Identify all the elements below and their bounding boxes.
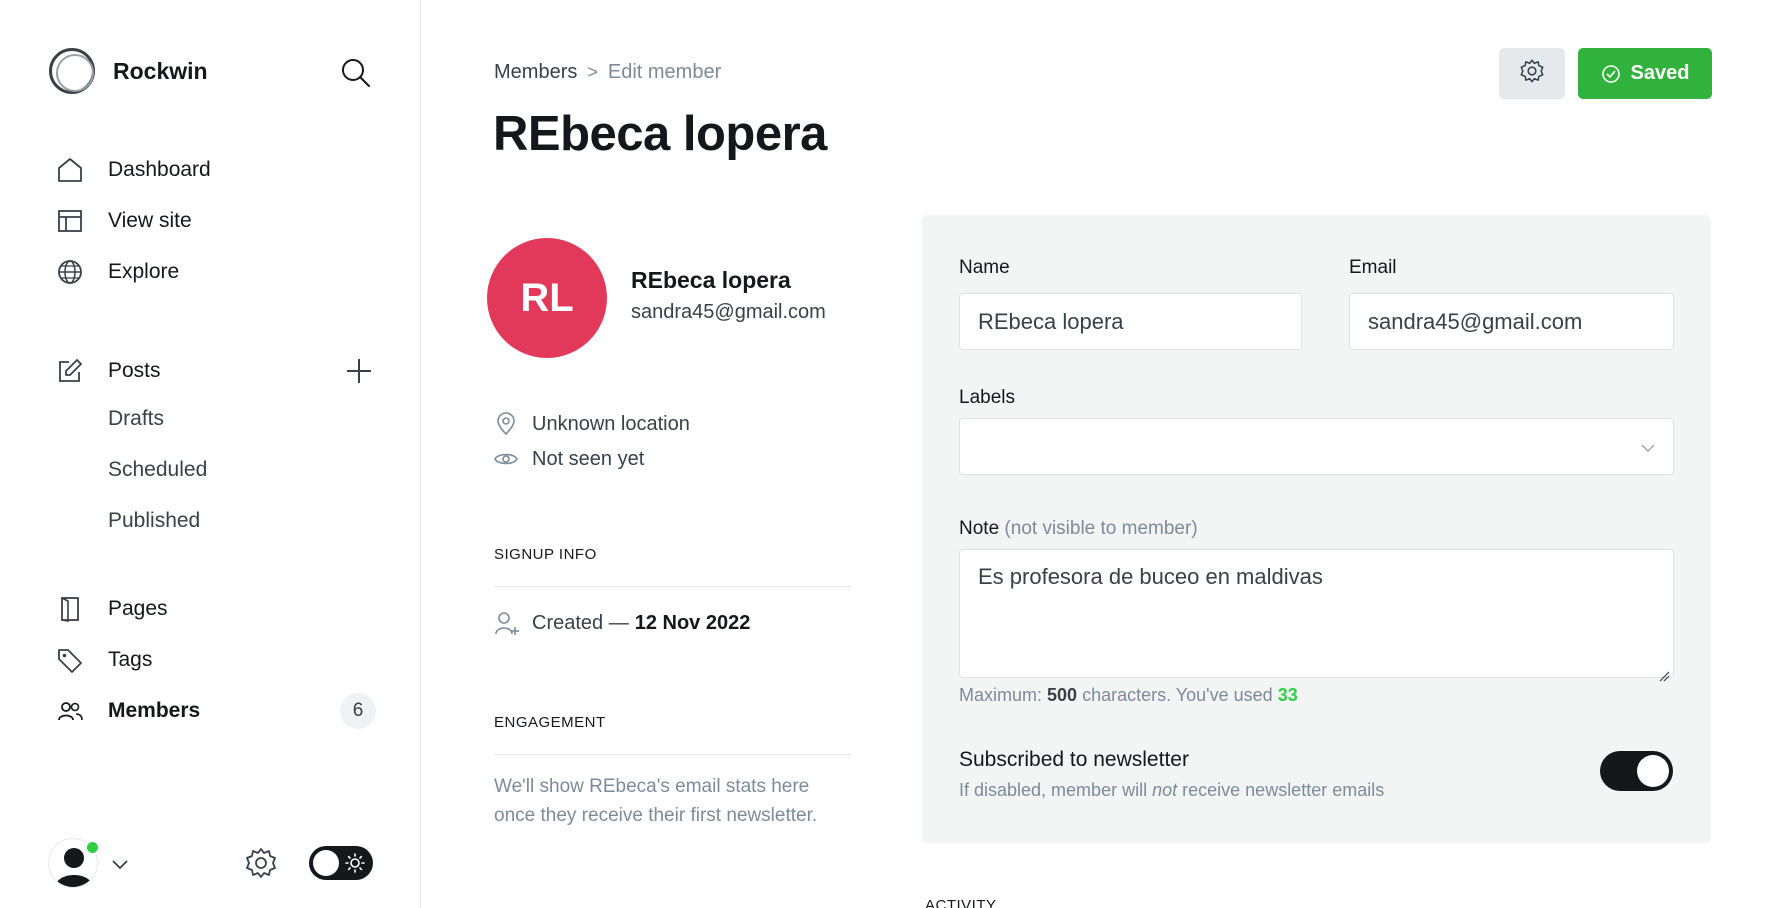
layout-icon [56,207,84,235]
site-logo [49,48,95,94]
users-icon [56,697,84,725]
created-label: Created — [532,611,629,634]
sidebar-item-label: Pages [108,597,168,620]
page-title: REbeca lopera [493,107,827,161]
newsletter-description: If disabled, member will not receive new… [959,780,1384,801]
labels-select[interactable] [959,418,1674,475]
online-status-dot [85,840,100,855]
member-form: Name REbeca lopera Email sandra45@gmail.… [922,215,1711,843]
sidebar-item-view-site[interactable]: View site [56,205,192,237]
home-icon [56,156,84,184]
note-label-text: Note [959,518,1000,539]
member-location: Unknown location [494,412,690,436]
sidebar-item-label: Members [108,699,201,722]
newsletter-desc-emphasis: not [1152,780,1178,800]
breadcrumb-separator: > [587,62,598,82]
site-name: Rockwin [113,57,208,84]
gear-icon[interactable] [244,846,278,880]
sidebar: Rockwin Dashboard View site Explore Post… [0,0,421,908]
search-icon[interactable] [339,56,373,90]
globe-icon [56,258,84,286]
saved-button[interactable]: Saved [1578,48,1712,99]
sidebar-item-published[interactable]: Published [108,509,200,539]
note-label: Note (not visible to member) [959,518,1198,540]
sidebar-item-label: Dashboard [108,158,211,181]
sidebar-item-pages[interactable]: Pages [56,593,168,625]
divider [494,754,852,755]
limit-used: 33 [1277,685,1298,705]
edit-icon [56,357,84,385]
eye-icon [494,447,518,471]
page-icon [56,595,84,623]
sidebar-item-members[interactable]: Members [56,695,200,727]
email-field[interactable]: sandra45@gmail.com [1349,293,1674,350]
created-date: 12 Nov 2022 [634,611,751,634]
saved-label: Saved [1630,62,1690,84]
sidebar-item-tags[interactable]: Tags [56,644,152,676]
name-field[interactable]: REbeca lopera [959,293,1302,350]
chevron-down-icon [1639,439,1657,457]
sidebar-item-scheduled[interactable]: Scheduled [108,458,207,488]
note-character-count: Maximum: 500 characters. You've used 33 [959,685,1298,706]
email-label: Email [1349,257,1397,278]
labels-label: Labels [959,387,1015,408]
sidebar-item-label: View site [108,209,192,232]
sidebar-item-label: Posts [108,359,161,382]
limit-max: 500 [1047,685,1078,705]
limit-prefix: Maximum: [959,685,1043,705]
divider [494,586,852,587]
note-label-hint: (not visible to member) [1004,518,1198,539]
member-email: sandra45@gmail.com [631,301,826,323]
breadcrumb: Members > Edit member [494,61,721,84]
newsletter-toggle[interactable] [1600,751,1673,791]
engagement-heading: ENGAGEMENT [494,714,606,731]
sidebar-item-label: Explore [108,260,180,283]
breadcrumb-current: Edit member [607,61,722,83]
member-last-seen: Not seen yet [494,447,644,471]
location-text: Unknown location [532,412,690,435]
members-count-badge: 6 [340,693,376,729]
add-post-icon[interactable] [344,356,374,386]
sidebar-item-label: Tags [108,648,153,671]
sidebar-item-dashboard[interactable]: Dashboard [56,154,211,186]
tag-icon [56,646,84,674]
newsletter-desc-suffix: receive newsletter emails [1182,780,1385,800]
check-circle-icon [1601,64,1621,84]
breadcrumb-members-link[interactable]: Members [494,61,577,84]
engagement-text: We'll show REbeca's email stats here onc… [494,776,818,826]
member-actions-button[interactable] [1499,48,1565,99]
brand[interactable]: Rockwin [49,48,208,94]
sun-icon [345,853,365,873]
toggle-knob [1637,755,1669,787]
sidebar-item-drafts[interactable]: Drafts [108,407,164,437]
resize-handle-icon[interactable] [1658,662,1670,682]
created-info: Created — 12 Nov 2022 [494,610,750,636]
member-name: REbeca lopera [631,267,791,293]
gear-icon [1519,58,1545,89]
newsletter-desc-prefix: If disabled, member will [959,780,1148,800]
name-label: Name [959,257,1010,278]
sidebar-item-explore[interactable]: Explore [56,256,179,288]
last-seen-text: Not seen yet [532,447,645,470]
sidebar-item-posts[interactable]: Posts [56,355,161,387]
chevron-down-icon[interactable] [110,854,130,874]
limit-middle: characters. You've used [1082,685,1273,705]
location-pin-icon [494,412,518,436]
user-plus-icon [494,610,520,636]
activity-heading: ACTIVITY [925,897,997,908]
theme-toggle[interactable] [309,846,373,880]
note-value: Es profesora de buceo en maldivas [978,564,1323,589]
newsletter-label: Subscribed to newsletter [959,748,1189,771]
member-avatar: RL [487,238,607,358]
toggle-knob [313,850,339,876]
signup-info-heading: SIGNUP INFO [494,546,597,563]
note-textarea[interactable]: Es profesora de buceo en maldivas [959,549,1674,682]
